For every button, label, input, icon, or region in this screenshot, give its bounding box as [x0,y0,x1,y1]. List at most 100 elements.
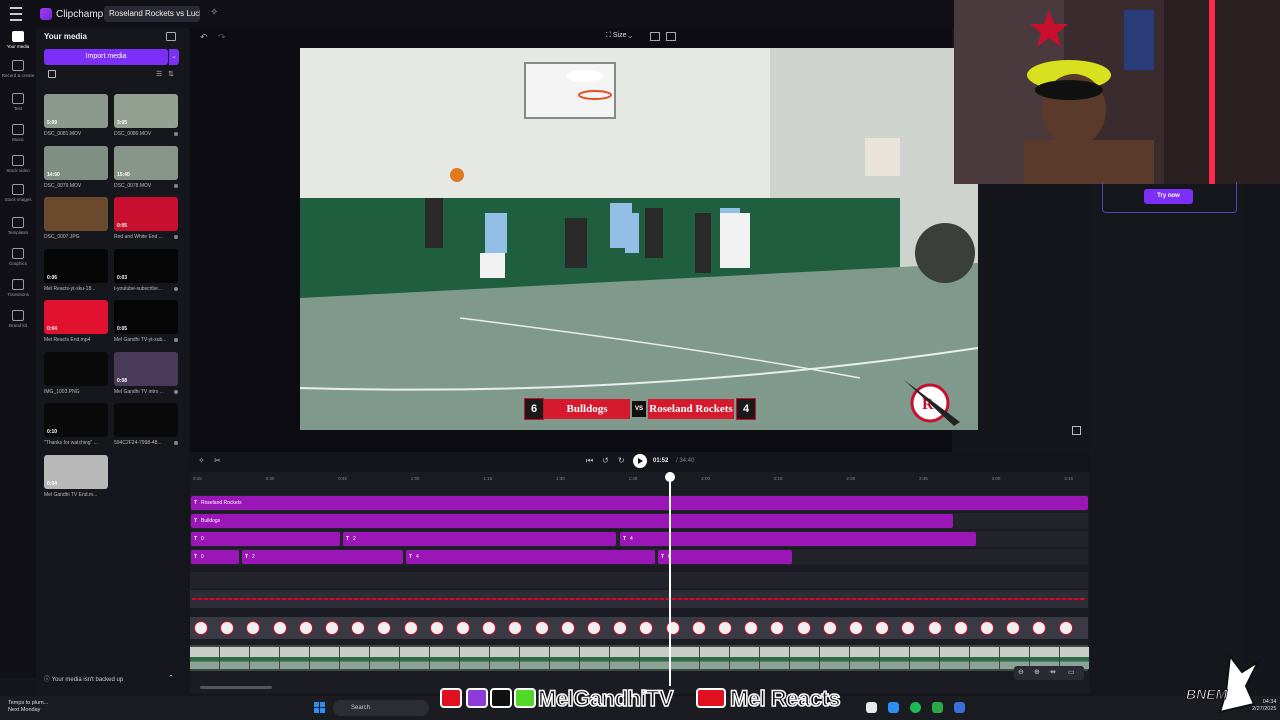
timeline-ruler[interactable]: 0:15 0:30 0:45 1:00 1:15 1:30 1:45 2:00 2:15 2:30… [190,472,1090,486]
media-thumbnail[interactable]: 0:04 [44,454,108,489]
status-dot-icon [174,132,178,136]
rail-item-stock-images[interactable]: Stock images [0,184,36,202]
media-thumbnail[interactable]: 0:06 [44,248,108,283]
text-clip[interactable]: Bulldogs [191,514,953,528]
rail-item-text[interactable]: Text [0,93,36,111]
timeline-scrollbar[interactable] [200,686,272,689]
skip-to-start-icon[interactable]: ⏮ [586,456,593,466]
rail-item-templates[interactable]: Templates [0,217,36,235]
crop-icon[interactable] [666,32,676,41]
text-clip[interactable]: 2 [242,550,403,564]
media-filename: t-youtube-subscribe... [114,285,163,292]
fit-timeline-icon[interactable]: ⇹ [1050,668,1056,676]
text-clip[interactable]: 4 [620,532,976,546]
project-title-field[interactable]: Roseland Rockets vs Lucky L [104,6,200,22]
fullscreen-icon[interactable] [1072,426,1081,435]
spotify-icon[interactable] [910,702,921,713]
media-thumbnail[interactable] [114,403,178,437]
rail-item-graphics[interactable]: Graphics [0,248,36,266]
away-team-name: Roseland Rockets [648,399,734,419]
chevron-up-icon[interactable]: ⌃ [168,674,174,682]
video-frame-thumbnail [910,647,939,669]
timeline-view-icon[interactable]: ▭ [1068,668,1075,676]
media-thumbnail[interactable]: 15:40 [114,145,178,180]
rail-item-your-media[interactable]: Your media [0,31,36,49]
text-clip[interactable]: Roseland Rockets [191,496,1088,510]
media-duration: 15:40 [117,171,130,178]
taskbar-search[interactable]: Search [333,700,429,716]
rail-item-record-create[interactable]: Record & create [0,60,36,78]
text-clip[interactable]: 2 [343,532,616,546]
media-thumbnail[interactable] [44,351,108,386]
media-thumbnail[interactable]: 3:05 [114,94,178,128]
media-filename: DSC_0080.MOV [114,131,152,137]
redo-icon[interactable]: ↷ [218,32,226,43]
media-thumbnail[interactable] [44,197,108,231]
video-frame-thumbnail [370,647,399,669]
media-thumbnail[interactable]: 5:09 [44,94,108,128]
forward-5s-icon[interactable]: ↻ [618,456,625,465]
undo-icon[interactable]: ↶ [200,32,208,43]
rail-item-transitions[interactable]: Transitions [0,279,36,297]
rail-item-stock-video[interactable]: Stock video [0,155,36,173]
rewind-5s-icon[interactable]: ↺ [602,456,609,465]
aspect-ratio-button[interactable]: ⛶ Size ⌄ [606,32,632,40]
media-duration: 0:06 [47,274,58,281]
zoom-in-icon[interactable]: ⊕ [1034,668,1040,676]
media-filename: Mel Reacts End.mp4 [44,337,91,343]
video-frame-thumbnail [760,647,789,669]
sort-icon[interactable]: ⇅ [168,70,174,78]
media-thumbnail[interactable]: 0:05 [114,197,178,231]
media-duration: 0:04 [47,326,58,332]
media-thumbnail[interactable]: 0:10 [44,403,108,437]
split-icon[interactable]: ✂ [214,456,221,465]
zoom-out-icon[interactable]: ⊖ [1018,668,1024,676]
text-clip[interactable]: 6 [658,550,792,564]
picture-in-picture-icon[interactable] [650,32,660,41]
app-icon[interactable] [954,702,965,713]
rocket-logo-icon [849,621,863,635]
xbox-icon[interactable] [932,702,943,713]
select-all-checkbox[interactable] [48,70,56,78]
bnem-logo-mark [1218,653,1261,714]
media-thumbnail[interactable]: 0:03 [114,248,178,283]
media-thumbnail[interactable]: 0:05 [114,300,178,334]
chrome-icon[interactable] [866,702,877,713]
windows-start-icon[interactable] [314,702,325,713]
video-preview[interactable]: R 6 Bulldogs VS Roseland Rockets 4 [300,48,978,430]
logo-overlay-track[interactable] [190,617,1088,639]
playhead-handle[interactable] [665,472,675,482]
templates-icon [12,217,24,228]
import-media-button[interactable]: Import media [44,49,168,65]
text-clip[interactable]: 0 [191,550,239,564]
media-thumbnail[interactable]: 0:04 [44,300,108,334]
status-dot-icon [174,183,178,188]
playhead[interactable] [669,472,671,686]
text-clip[interactable]: 0 [191,532,340,546]
edge-icon[interactable] [888,702,899,713]
text-clip[interactable]: 4 [406,550,655,564]
magic-tools-icon[interactable]: ✧ [198,456,205,465]
clock-time: 04:34 [1262,699,1277,705]
empty-track[interactable] [190,572,1088,588]
magic-wand-icon[interactable]: ✧ [210,7,222,19]
collapse-panel-icon[interactable] [166,32,176,41]
video-frame-thumbnail [670,647,699,669]
rocket-logo-icon [298,621,313,635]
weather-widget[interactable]: Temps to plum... Next Monday [8,700,48,714]
video-frame-thumbnail [700,647,729,669]
import-dropdown-chevron-icon[interactable]: ⌄ [169,49,179,65]
media-thumbnail[interactable]: 0:08 [114,351,178,386]
rail-item-music[interactable]: Music [0,124,36,142]
media-thumbnail[interactable]: 14:50 [44,145,108,180]
menu-icon[interactable] [10,7,22,21]
play-button[interactable] [633,454,647,468]
media-filename: Red and White End ... [114,234,163,240]
youtube-icon [696,688,726,708]
try-now-button[interactable]: Try now [1144,189,1193,204]
video-track[interactable] [190,645,1089,671]
video-frame-thumbnail [280,647,309,669]
rail-item-brand-kit[interactable]: Brand kit [0,310,36,328]
rocket-logo-icon [770,621,785,635]
filter-icon[interactable]: ☰ [156,70,162,78]
